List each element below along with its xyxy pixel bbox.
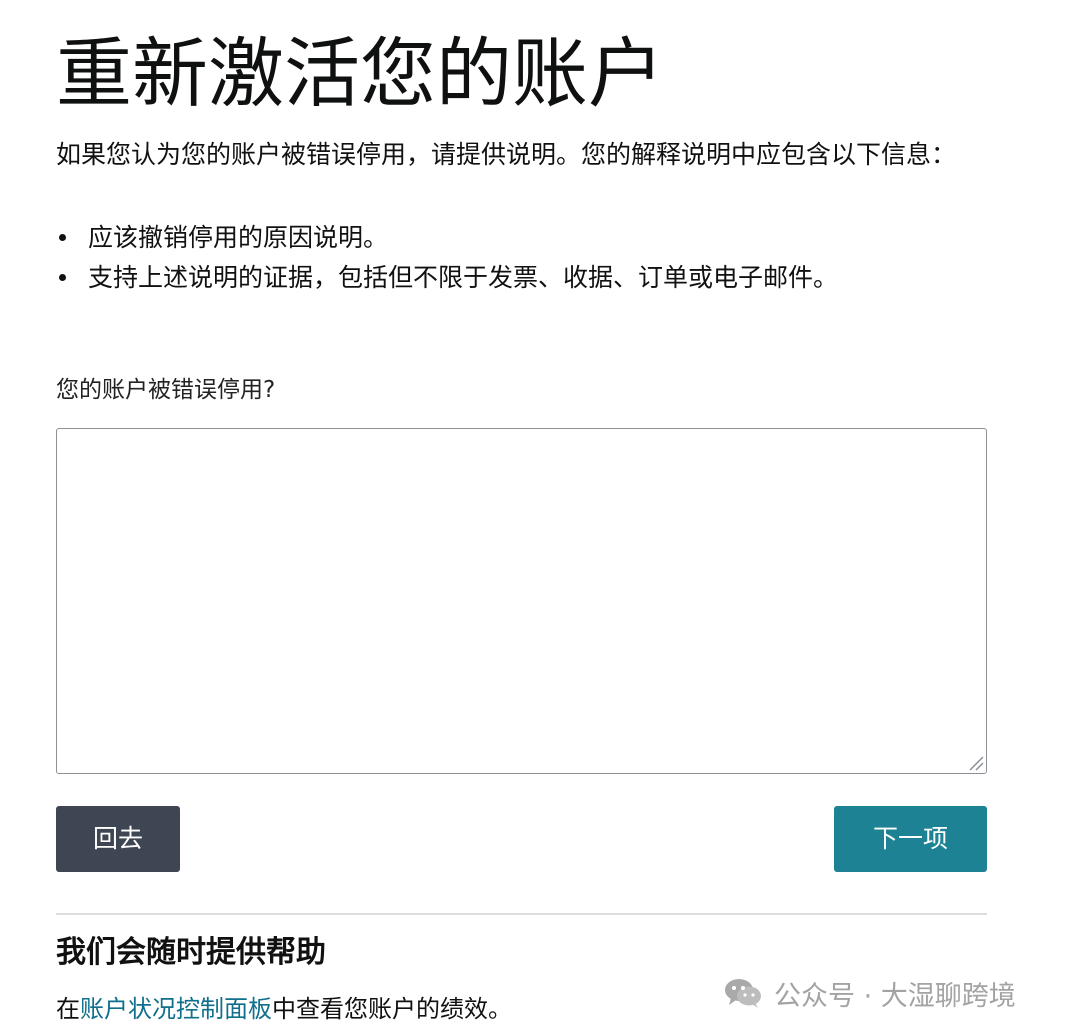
help-prefix: 在 xyxy=(56,995,80,1023)
watermark-text: 公众号 · 大湿聊跨境 xyxy=(774,980,1016,1012)
help-text: 在账户状况控制面板中查看您账户的绩效。 xyxy=(56,989,512,1029)
explanation-textarea[interactable] xyxy=(56,428,987,774)
page-title: 重新激活您的账户 xyxy=(56,29,664,118)
wechat-icon xyxy=(725,979,761,1008)
requirement-list: 应该撤销停用的原因说明。 支持上述说明的证据，包括但不限于发票、收据、订单或电子… xyxy=(56,218,838,298)
help-suffix: 中查看您账户的绩效。 xyxy=(272,995,512,1023)
back-button[interactable]: 回去 xyxy=(56,806,180,872)
intro-text: 如果您认为您的账户被错误停用，请提供说明。您的解释说明中应包含以下信息： xyxy=(56,140,957,169)
account-health-dashboard-link[interactable]: 账户状况控制面板 xyxy=(80,995,272,1023)
help-title: 我们会随时提供帮助 xyxy=(56,935,326,970)
explanation-label: 您的账户被错误停用? xyxy=(56,377,276,403)
next-button[interactable]: 下一项 xyxy=(834,806,987,872)
section-divider xyxy=(56,913,987,915)
requirement-item-evidence: 支持上述说明的证据，包括但不限于发票、收据、订单或电子邮件。 xyxy=(56,258,838,298)
requirement-item-reason: 应该撤销停用的原因说明。 xyxy=(56,218,838,258)
wechat-watermark: 公众号 · 大湿聊跨境 xyxy=(722,970,1016,1016)
reactivate-account-page: 重新激活您的账户 如果您认为您的账户被错误停用，请提供说明。您的解释说明中应包含… xyxy=(56,0,987,1035)
